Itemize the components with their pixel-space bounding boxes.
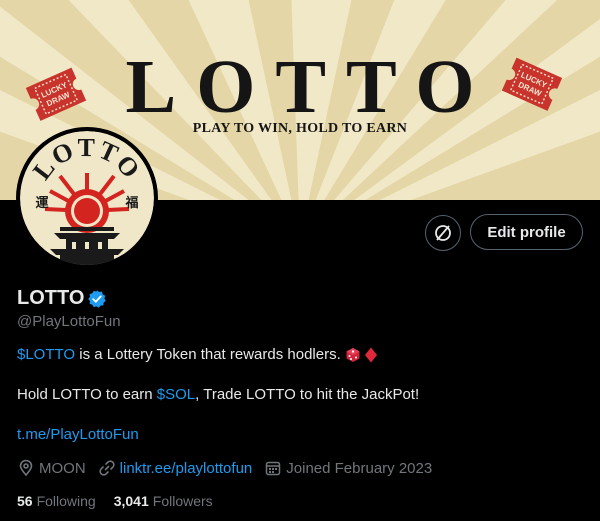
avatar-left-kanji: 運 — [35, 196, 48, 211]
following-link[interactable]: 56 Following — [17, 493, 96, 509]
bio-text-after: , Trade LOTTO to hit the JackPot! — [195, 386, 420, 403]
bio-line-1: $LOTTO is a Lottery Token that rewards h… — [17, 346, 378, 363]
bio-line-2: Hold LOTTO to earn $SOL, Trade LOTTO to … — [17, 386, 419, 403]
followers-count: 3,041 — [113, 493, 149, 509]
dice-icon — [346, 347, 360, 362]
disconnect-button[interactable] — [425, 215, 461, 251]
following-count: 56 — [17, 493, 33, 509]
website-link[interactable]: linktr.ee/playlottofun — [120, 460, 253, 477]
location-text: MOON — [39, 459, 86, 477]
edit-profile-button[interactable]: Edit profile — [470, 214, 583, 250]
link-icon — [99, 460, 115, 476]
avatar[interactable]: LOTTO 運 福 — [16, 127, 158, 269]
verified-badge-icon[interactable] — [87, 289, 107, 309]
location-pin-icon — [19, 459, 33, 477]
disconnect-icon — [435, 225, 451, 241]
website-item: linktr.ee/playlottofun — [98, 459, 253, 477]
bio-text-before: Hold LOTTO to earn — [17, 386, 157, 403]
telegram-link[interactable]: t.me/PlayLottoFun — [17, 426, 139, 443]
profile-meta: MOON linktr.ee/playlottofun Joined Febru… — [17, 459, 444, 477]
cashtag-lotto-link[interactable]: $LOTTO — [17, 346, 75, 363]
avatar-right-kanji: 福 — [124, 195, 138, 211]
cashtag-sol-link[interactable]: $SOL — [157, 386, 195, 403]
calendar-icon — [266, 461, 281, 476]
joined-date: Joined February 2023 — [286, 459, 433, 477]
follow-stats: 56 Following 3,041 Followers — [17, 493, 231, 509]
following-label: Following — [36, 493, 96, 509]
display-name: LOTTO — [17, 287, 85, 309]
diamond-icon — [364, 347, 377, 362]
name-row: LOTTO — [17, 287, 107, 310]
profile-handle: @PlayLottoFun — [17, 313, 121, 330]
joined-item: Joined February 2023 — [264, 459, 432, 477]
followers-label: Followers — [152, 493, 213, 509]
location-item: MOON — [17, 459, 86, 477]
followers-link[interactable]: 3,041 Followers — [114, 493, 213, 509]
bio-text: is a Lottery Token that rewards hodlers. — [75, 346, 345, 363]
lotto-logo: LOTTO 運 福 — [20, 131, 154, 265]
